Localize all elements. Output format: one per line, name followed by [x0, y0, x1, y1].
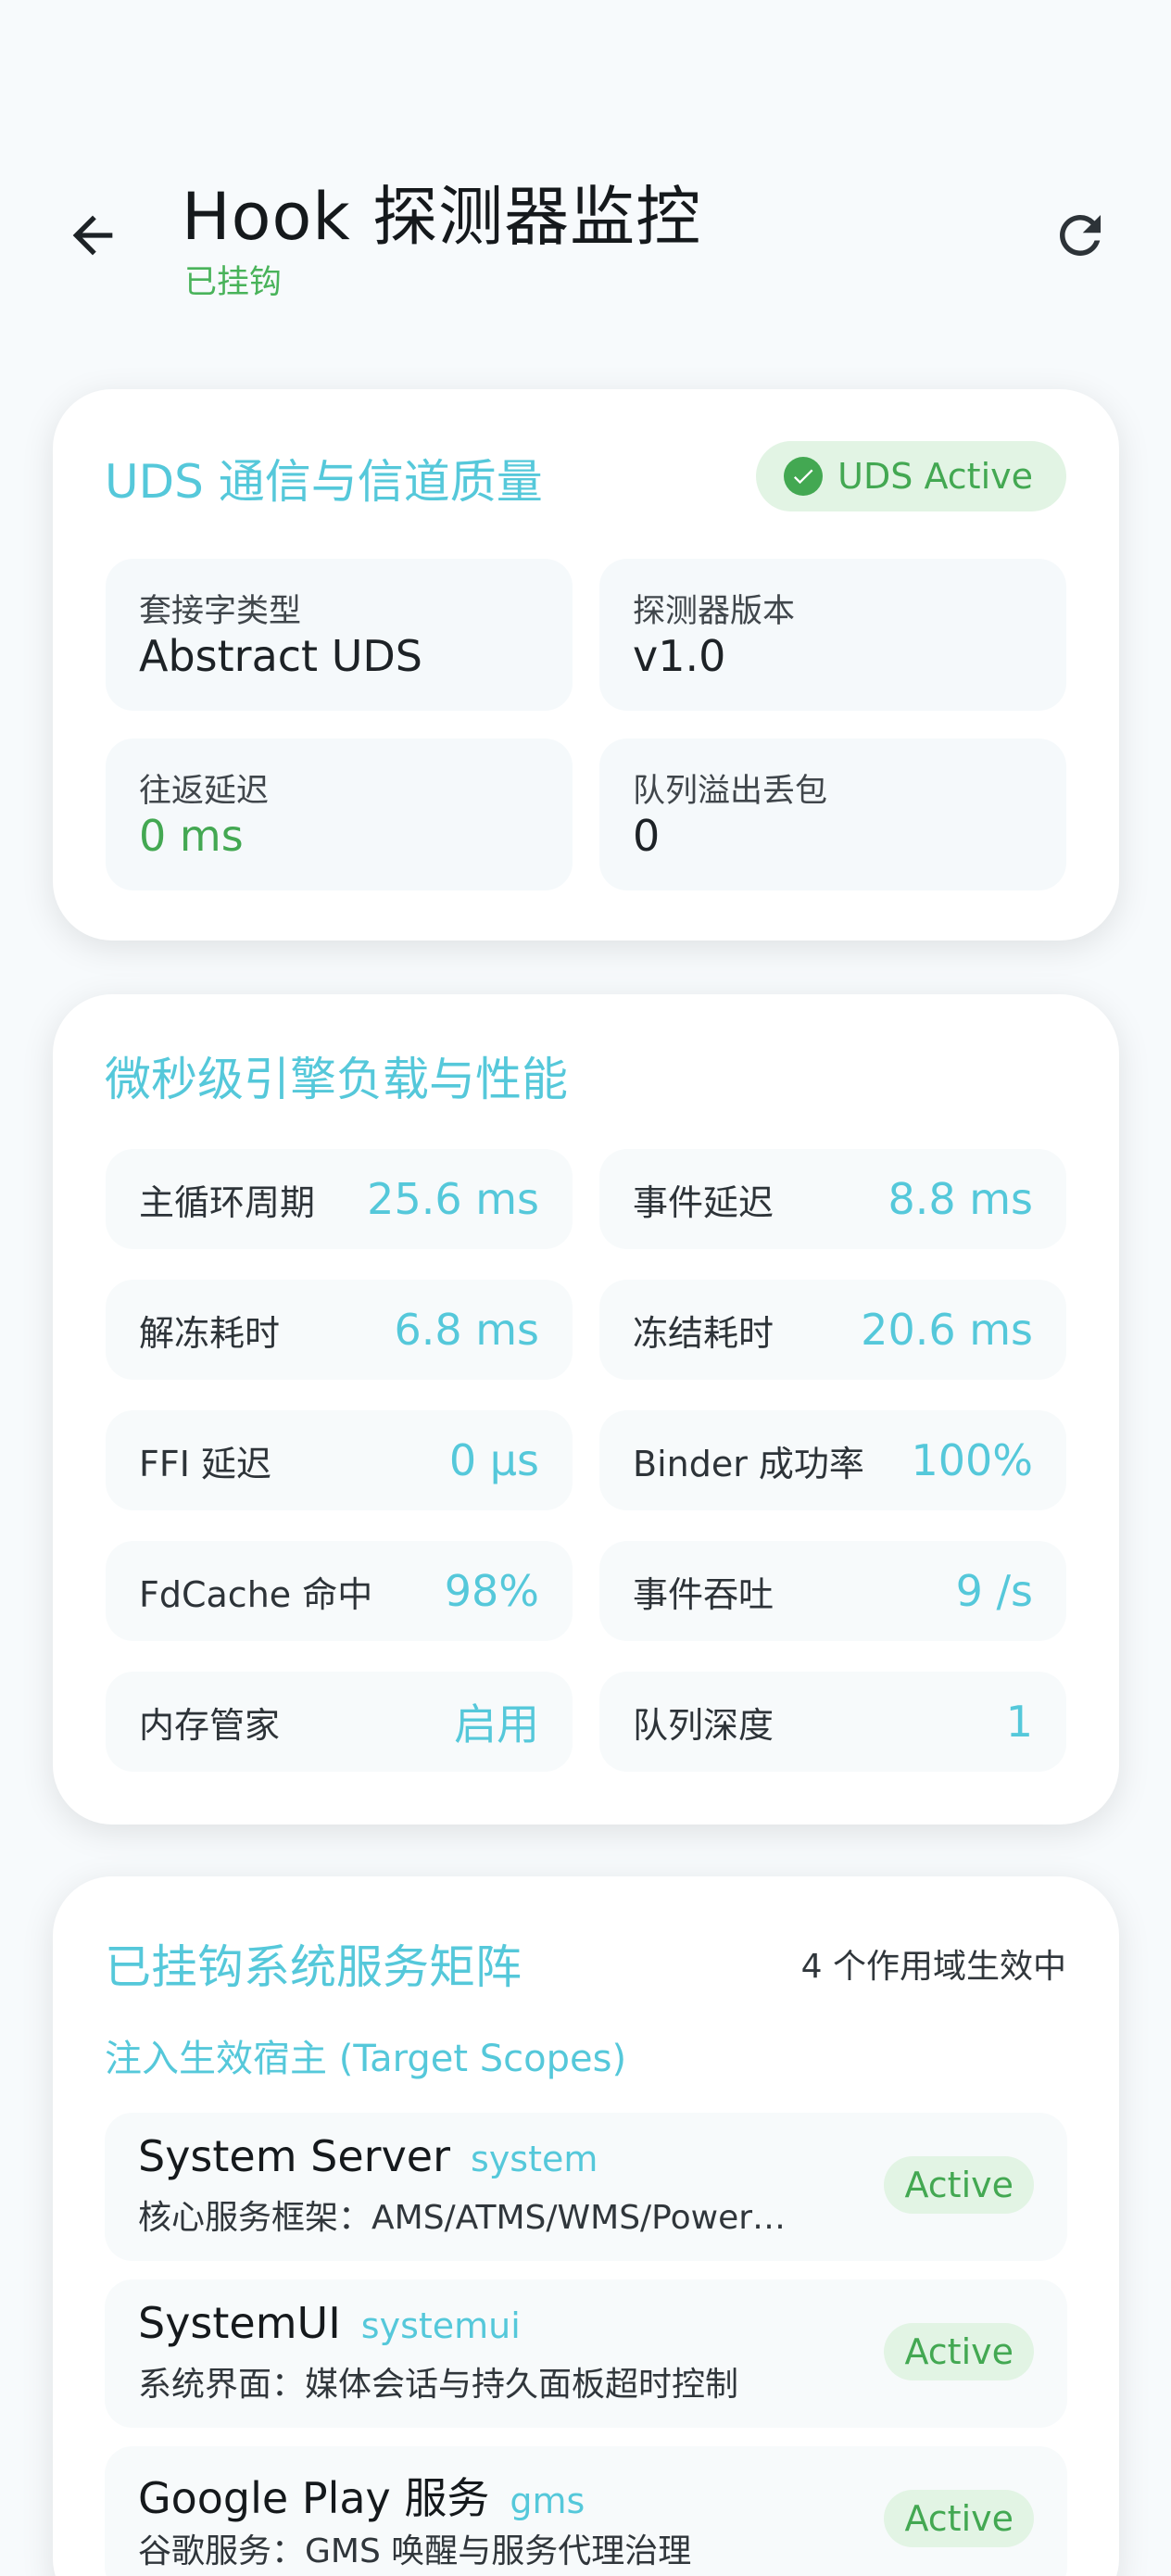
service-package: systemui — [360, 2305, 521, 2346]
probe-version-tile: 探测器版本 v1.0 — [599, 559, 1066, 711]
page-title: Hook 探测器监控 — [182, 179, 702, 255]
metric-ffi-latency: FFI 延迟 0 µs — [106, 1410, 573, 1510]
metric-main-loop: 主循环周期 25.6 ms — [106, 1149, 573, 1249]
metric-value: 25.6 ms — [367, 1174, 539, 1224]
app-bar: Hook 探测器监控 已挂钩 — [0, 0, 1171, 352]
tile-value: 0 ms — [139, 811, 244, 861]
service-package: system — [471, 2139, 598, 2179]
metric-value: 1 — [1005, 1697, 1033, 1747]
hook-status-text: 已挂钩 — [184, 264, 283, 301]
service-name: SystemUI — [138, 2298, 341, 2348]
metric-value: 0 µs — [448, 1435, 539, 1485]
metric-value: 20.6 ms — [861, 1305, 1033, 1355]
metric-label: 冻结耗时 — [633, 1312, 774, 1354]
tile-label: 往返延迟 — [139, 773, 270, 810]
queue-overflow-tile: 队列溢出丢包 0 — [599, 739, 1066, 890]
engine-performance-card: 微秒级引擎负载与性能 主循环周期 25.6 ms 事件延迟 8.8 ms 解冻耗… — [53, 994, 1119, 1825]
service-status-badge: Active — [884, 2323, 1034, 2380]
service-name-row: Google Play 服务 gms — [138, 2465, 585, 2526]
metric-value: 6.8 ms — [394, 1305, 539, 1355]
service-name: Google Play 服务 — [138, 2473, 490, 2523]
metric-value: 8.8 ms — [888, 1174, 1033, 1224]
metric-label: 事件吞吐 — [633, 1573, 774, 1615]
service-package: gms — [510, 2481, 586, 2521]
metric-label: Binder 成功率 — [633, 1443, 864, 1484]
metric-value: 启用 — [454, 1699, 539, 1749]
card-title: UDS 通信与信道质量 — [105, 455, 543, 509]
card-title: 微秒级引擎负载与性能 — [105, 1053, 568, 1106]
scope-count-text: 4 个作用域生效中 — [800, 1948, 1066, 1986]
service-item-system-server[interactable]: System Server system 核心服务框架：AMS/ATMS/WMS/… — [105, 2113, 1067, 2261]
metric-binder-success: Binder 成功率 100% — [599, 1410, 1066, 1510]
tile-value: Abstract UDS — [139, 631, 423, 681]
back-button[interactable] — [54, 196, 132, 274]
metric-label: 解冻耗时 — [139, 1312, 281, 1354]
metric-label: 主循环周期 — [139, 1181, 316, 1223]
tile-label: 探测器版本 — [633, 593, 796, 630]
metric-label: FdCache 命中 — [139, 1573, 373, 1615]
refresh-icon — [1060, 215, 1101, 256]
tile-label: 队列溢出丢包 — [633, 773, 828, 810]
metric-event-throughput: 事件吞吐 9 /s — [599, 1541, 1066, 1641]
round-trip-latency-tile: 往返延迟 0 ms — [106, 739, 573, 890]
metric-label: 事件延迟 — [633, 1181, 774, 1223]
metric-queue-depth: 队列深度 1 — [599, 1672, 1066, 1772]
service-description: 核心服务框架：AMS/ATMS/WMS/Power… — [138, 2199, 787, 2237]
metric-memory-manager: 内存管家 启用 — [106, 1672, 573, 1772]
service-name-row: System Server system — [138, 2131, 598, 2181]
check-circle-icon — [784, 457, 824, 496]
uds-status-label: UDS Active — [837, 456, 1033, 497]
metric-label: 内存管家 — [139, 1704, 281, 1746]
hook-monitor-screen: Hook 探测器监控 已挂钩 UDS 通信与信道质量 UDS Active 套接… — [0, 0, 1171, 2576]
metric-label: 队列深度 — [633, 1704, 774, 1746]
service-name-row: SystemUI systemui — [138, 2298, 521, 2348]
metric-unfreeze-time: 解冻耗时 6.8 ms — [106, 1280, 573, 1380]
service-status-badge: Active — [884, 2156, 1034, 2214]
service-description: 谷歌服务：GMS 唤醒与服务代理治理 — [138, 2532, 692, 2570]
card-title: 已挂钩系统服务矩阵 — [105, 1940, 522, 1994]
metric-label: FFI 延迟 — [139, 1443, 272, 1484]
service-item-systemui[interactable]: SystemUI systemui 系统界面：媒体会话与持久面板超时控制 Acti… — [105, 2279, 1067, 2428]
service-item-gms[interactable]: Google Play 服务 gms 谷歌服务：GMS 唤醒与服务代理治理 Act… — [105, 2446, 1067, 2576]
metric-value: 100% — [911, 1435, 1033, 1485]
metric-freeze-time: 冻结耗时 20.6 ms — [599, 1280, 1066, 1380]
arrow-left-icon — [72, 215, 113, 256]
uds-status-badge: UDS Active — [756, 441, 1066, 511]
service-name: System Server — [138, 2131, 451, 2181]
metric-event-latency: 事件延迟 8.8 ms — [599, 1149, 1066, 1249]
metric-fdcache-hit: FdCache 命中 98% — [106, 1541, 573, 1641]
tile-value: 0 — [633, 811, 661, 861]
tile-label: 套接字类型 — [139, 593, 302, 630]
service-status-badge: Active — [884, 2490, 1034, 2547]
tile-value: v1.0 — [633, 631, 726, 681]
hooked-services-card: 已挂钩系统服务矩阵 4 个作用域生效中 注入生效宿主 (Target Scope… — [53, 1876, 1119, 2576]
metric-value: 9 /s — [955, 1566, 1033, 1616]
socket-type-tile: 套接字类型 Abstract UDS — [106, 559, 573, 711]
service-description: 系统界面：媒体会话与持久面板超时控制 — [138, 2366, 739, 2404]
target-scopes-label: 注入生效宿主 (Target Scopes) — [105, 2038, 627, 2080]
uds-channel-card: UDS 通信与信道质量 UDS Active 套接字类型 Abstract UD… — [53, 389, 1119, 941]
metric-value: 98% — [444, 1566, 539, 1616]
refresh-button[interactable] — [1039, 195, 1121, 276]
